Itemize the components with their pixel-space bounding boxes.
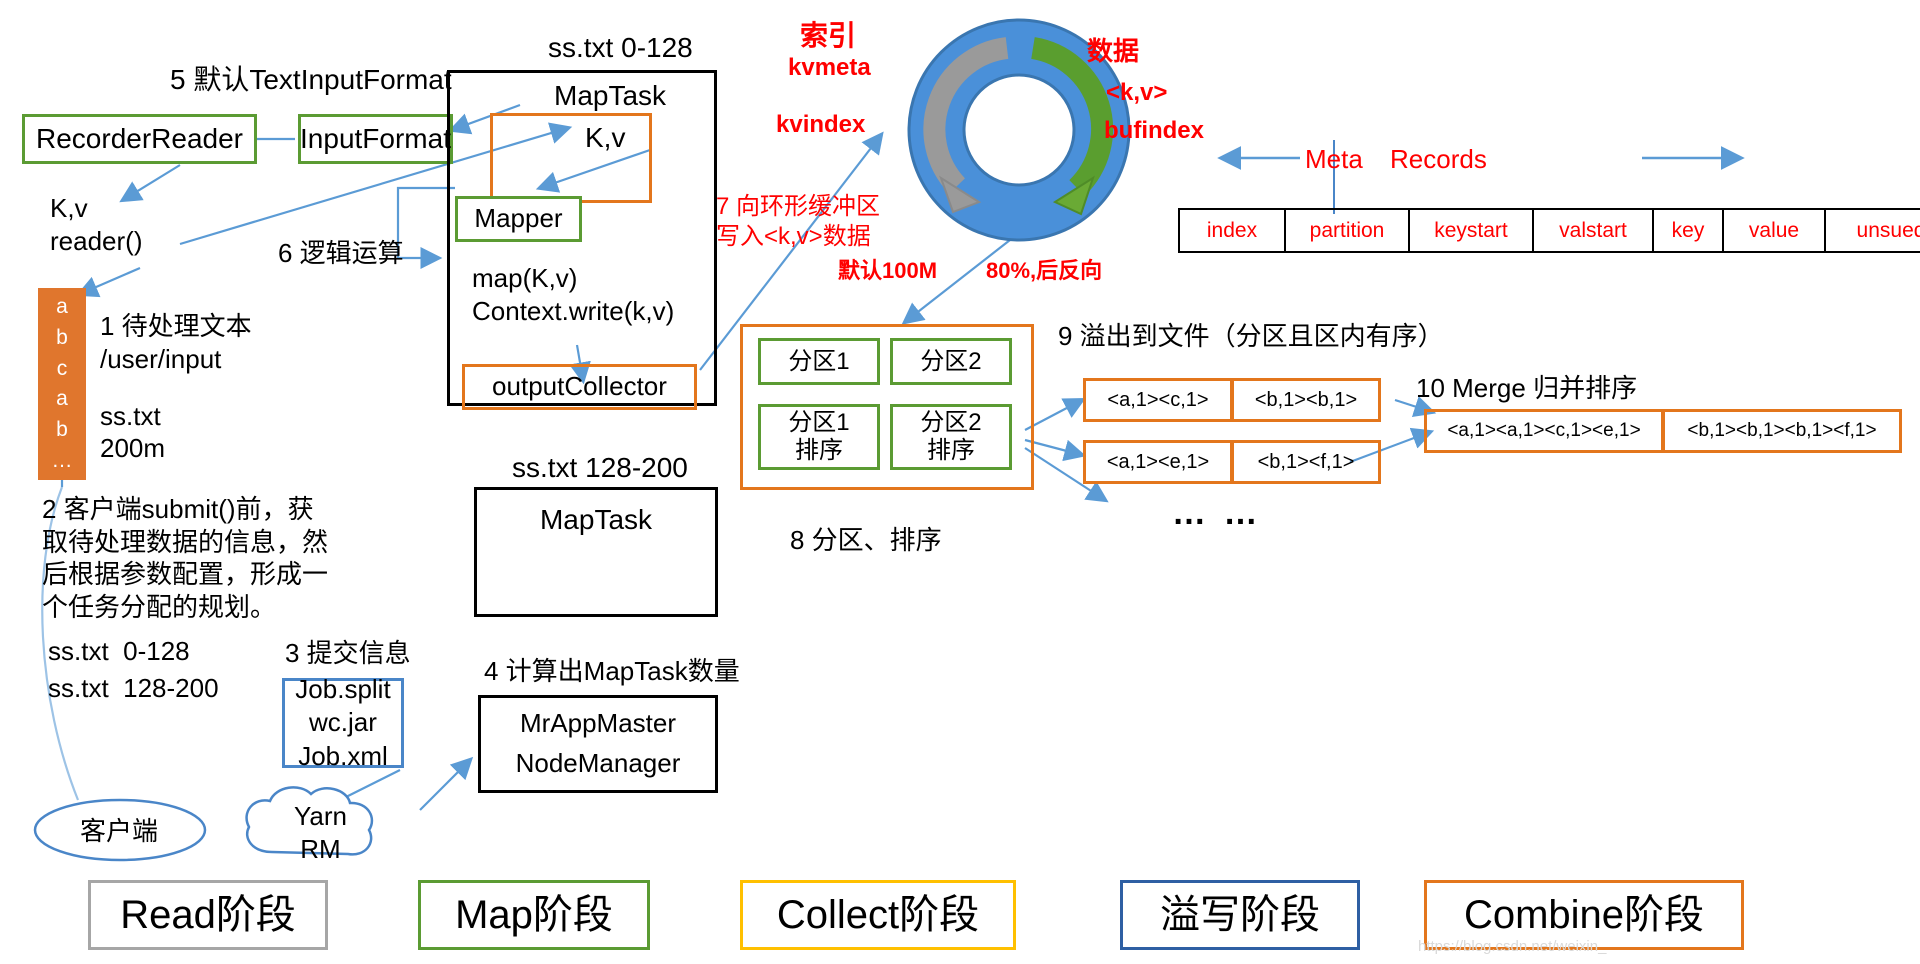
input-file-name: ss.txt	[100, 401, 161, 431]
phase-combine-label: Combine阶段	[1463, 893, 1705, 937]
partition-1-label: 分区1	[788, 347, 850, 375]
job-files-label: Job.split wc.jar Job.xml	[295, 674, 391, 771]
table-cell-valstart: valstart	[1532, 208, 1654, 253]
phase-read-label: Read阶段	[120, 893, 296, 937]
table-cell-index: index	[1178, 208, 1286, 253]
kv-reader-text: K,v reader()	[50, 193, 143, 256]
step4-label: 4 计算出MapTask数量	[484, 656, 740, 686]
maptask-box-2: MapTask	[474, 487, 718, 617]
maptask-top-title: ss.txt 0-128	[548, 32, 693, 63]
spill-cell-label: <b,1><f,1>	[1257, 450, 1355, 473]
buffer-default-size: 默认100M	[838, 258, 938, 283]
mrappmaster-box[interactable]: MrAppMaster NodeManager	[478, 695, 718, 793]
diagram-canvas: 5 默认TextInputFormat RecorderReader Input…	[0, 0, 1920, 964]
partition-2-sorted-box: 分区2 排序	[890, 404, 1012, 470]
table-cell-partition: partition	[1284, 208, 1410, 253]
file-letter: b	[56, 418, 68, 442]
kv-pair-label: <k,v>	[1106, 79, 1168, 106]
mrappmaster-label: MrAppMaster	[519, 707, 677, 738]
step5-label: 5 默认TextInputFormat	[170, 64, 452, 95]
bufindex-label: bufindex	[1104, 117, 1204, 144]
step1-text: 1 待处理文本 /user/input	[100, 311, 252, 374]
phase-map-label: Map阶段	[455, 893, 613, 937]
spill-cell-label: <a,1><c,1>	[1107, 388, 1209, 411]
map-calls-text: map(K,v) Context.write(k,v)	[472, 263, 675, 326]
merge-cell-label: <a,1><a,1><c,1><e,1>	[1447, 420, 1641, 442]
input-format-box[interactable]: InputFormat	[298, 114, 453, 164]
spill-cell: <a,1><c,1>	[1083, 378, 1233, 422]
table-cell-key: key	[1652, 208, 1724, 253]
kv-label: K,v	[585, 122, 626, 153]
step8-label: 8 分区、排序	[790, 525, 942, 555]
kvmeta-label: kvmeta	[788, 54, 871, 81]
split-range-1: ss.txt 0-128	[48, 636, 190, 666]
meta-records-table: index partition keystart valstart key va…	[1178, 208, 1920, 253]
partition-1-sorted-label: 分区1 排序	[788, 409, 850, 464]
phase-spill[interactable]: 溢写阶段	[1120, 880, 1360, 950]
phase-read[interactable]: Read阶段	[88, 880, 328, 950]
output-collector-box[interactable]: outputCollector	[462, 364, 697, 410]
ring-data-label: 数据	[1087, 36, 1140, 66]
spill-threshold-label: 80%,后反向	[986, 258, 1103, 283]
kvindex-label: kvindex	[776, 111, 866, 138]
phase-map[interactable]: Map阶段	[418, 880, 650, 950]
file-letter: c	[56, 356, 68, 380]
maptask-bottom-title: ss.txt 128-200	[512, 452, 688, 483]
spill-cell: <b,1><f,1>	[1231, 440, 1381, 484]
file-letter: a	[56, 294, 68, 318]
recorder-reader-box[interactable]: RecorderReader	[22, 114, 257, 164]
phase-collect-label: Collect阶段	[776, 893, 980, 937]
input-file-letters: a b c a b …	[38, 288, 86, 480]
partition-2-sorted-label: 分区2 排序	[920, 409, 982, 464]
partition-2-label: 分区2	[920, 347, 982, 375]
step6-label: 6 逻辑运算	[278, 238, 404, 268]
partition-2-box: 分区2	[890, 338, 1012, 385]
partition-1-box: 分区1	[758, 338, 880, 385]
mapper-label: Mapper	[474, 203, 563, 234]
client-label: 客户端	[80, 816, 159, 846]
job-files-box[interactable]: Job.split wc.jar Job.xml	[282, 674, 404, 771]
yarn-rm-label: Yarn RM	[294, 801, 347, 864]
spill-cell: <a,1><e,1>	[1083, 440, 1233, 484]
merge-cell: <a,1><a,1><c,1><e,1>	[1424, 409, 1664, 453]
file-letter: a	[56, 387, 68, 411]
watermark: https://blog.csdn.net/weixin_	[1418, 938, 1607, 955]
maptask-label-2: MapTask	[539, 504, 653, 535]
maptask-label: MapTask	[554, 80, 667, 111]
table-cell-value: value	[1722, 208, 1826, 253]
file-letter: …	[51, 449, 73, 473]
table-cell-unsued: unsued	[1824, 208, 1920, 253]
step3-label: 3 提交信息	[285, 638, 411, 668]
phase-spill-label: 溢写阶段	[1160, 893, 1320, 937]
spill-cell: <b,1><b,1>	[1231, 378, 1381, 422]
ring-index-label: 索引	[800, 20, 857, 51]
meta-label: Meta	[1305, 144, 1363, 174]
step7-text: 7 向环形缓冲区 写入<k,v>数据	[716, 193, 881, 250]
spill-cell-label: <a,1><e,1>	[1106, 450, 1210, 473]
step10-label: 10 Merge 归并排序	[1416, 373, 1638, 403]
merge-cell: <b,1><b,1><b,1><f,1>	[1662, 409, 1902, 453]
file-letter: b	[56, 325, 68, 349]
output-collector-label: outputCollector	[492, 371, 667, 402]
partition-1-sorted-box: 分区1 排序	[758, 404, 880, 470]
recorder-reader-label: RecorderReader	[36, 122, 243, 154]
split-range-2: ss.txt 128-200	[48, 673, 219, 703]
input-file-size: 200m	[100, 433, 166, 463]
table-cell-keystart: keystart	[1408, 208, 1534, 253]
spill-cell-label: <b,1><b,1>	[1254, 388, 1358, 411]
records-label: Records	[1390, 144, 1487, 174]
input-format-label: InputFormat	[300, 122, 451, 154]
step9-label: 9 溢出到文件（分区且区内有序）	[1058, 321, 1444, 351]
step2-text: 2 客户端submit()前，获 取待处理数据的信息，然 后根据参数配置，形成一…	[42, 494, 329, 622]
merge-cell-label: <b,1><b,1><b,1><f,1>	[1687, 420, 1877, 442]
phase-collect[interactable]: Collect阶段	[740, 880, 1016, 950]
mapper-box[interactable]: Mapper	[455, 196, 582, 242]
kv-orange-frame	[490, 113, 652, 203]
spill-ellipsis: … …	[1172, 494, 1262, 532]
nodemanager-label: NodeManager	[515, 748, 681, 779]
